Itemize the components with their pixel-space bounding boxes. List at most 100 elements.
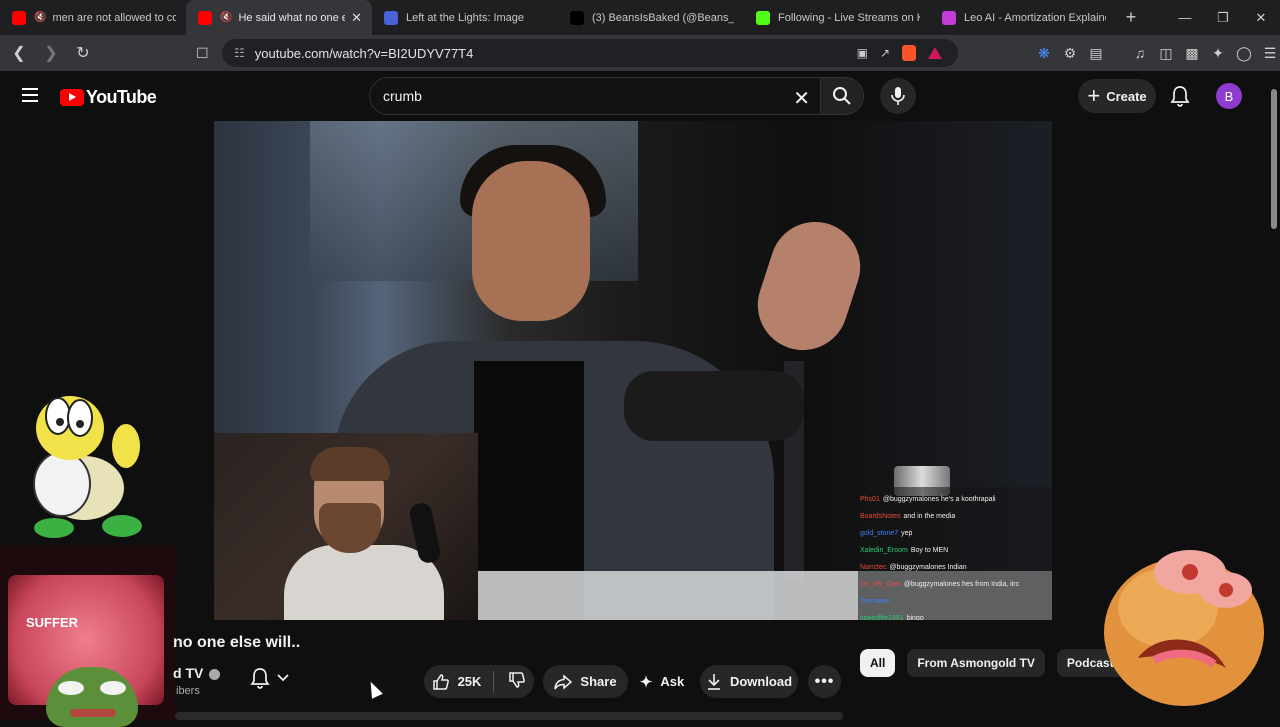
chat-message: gold_stone7 yep xyxy=(860,525,1050,542)
back-icon[interactable]: ❮ xyxy=(6,43,32,63)
mouse-cursor xyxy=(365,679,383,699)
cast-icon[interactable]: ▣ xyxy=(857,46,868,60)
create-button[interactable]: + Create xyxy=(1078,79,1156,113)
brave-rewards-icon[interactable] xyxy=(928,47,942,59)
url-text: youtube.com/watch?v=BI2UDYV77T4 xyxy=(254,45,474,61)
wallet-icon[interactable]: ▩ xyxy=(1184,45,1200,62)
koopa-sticker xyxy=(33,396,142,538)
avatar[interactable]: B xyxy=(1216,83,1242,109)
sidebar-icon[interactable]: ◫ xyxy=(1158,45,1174,62)
browser-toolbar: ❮ ❯ ↻ ☐ ☷ youtube.com/watch?v=BI2UDYV77T… xyxy=(0,35,1280,71)
more-actions-button[interactable]: ••• xyxy=(808,665,841,698)
tab-title: (3) BeansIsBaked (@Beans_Is_Ba xyxy=(592,11,734,24)
share-page-icon[interactable]: ↗ xyxy=(880,46,890,60)
browser-tab[interactable]: 🔇 He said what no one else ✕ xyxy=(186,0,372,35)
verified-icon xyxy=(209,668,221,680)
page-scrollbar[interactable] xyxy=(1268,71,1280,720)
chat-text: yep xyxy=(901,530,913,537)
mute-icon[interactable]: 🔇 xyxy=(34,12,46,23)
tab-favicon-icon xyxy=(198,10,212,25)
youtube-logo[interactable]: YouTube xyxy=(60,87,157,108)
guide-menu-icon[interactable] xyxy=(22,88,38,106)
share-button[interactable]: Share xyxy=(543,665,628,698)
chat-username: Xaledin_Eroom xyxy=(860,547,908,554)
description-area xyxy=(175,712,843,720)
chat-username: gold_stone7 xyxy=(860,530,899,537)
menu-icon[interactable]: ☰ xyxy=(1262,45,1278,62)
chat-text: @buggzymalones hes from India, iirc xyxy=(903,581,1020,588)
chat-message: Tromaxer xyxy=(860,593,1050,610)
tab-title: Leo AI - Amortization Explained xyxy=(964,11,1106,24)
angry-potato-emote xyxy=(1104,550,1264,706)
video-player[interactable]: Phs01 @buggzymalones he's a koothrapali Bo… xyxy=(214,121,1052,620)
chat-message: On_My_Own @buggzymalones hes from India, … xyxy=(860,576,1050,593)
address-bar[interactable]: ☷ youtube.com/watch?v=BI2UDYV77T4 ▣ ↗ xyxy=(222,39,958,67)
close-window-icon[interactable]: ✕ xyxy=(1242,10,1280,26)
subscription-bell-button[interactable] xyxy=(250,667,290,689)
voice-search-button[interactable] xyxy=(880,78,916,114)
tab-title: He said what no one else xyxy=(238,11,346,24)
clear-search-icon[interactable]: ✕ xyxy=(793,86,810,111)
download-button[interactable]: Download xyxy=(700,665,798,698)
leo-ai-icon[interactable]: ✦ xyxy=(1210,45,1226,62)
tab-favicon-icon xyxy=(12,10,26,25)
streamer-webcam xyxy=(214,433,478,620)
chat-username: Narrctec xyxy=(860,564,887,571)
thumbs-up-icon xyxy=(432,673,449,690)
like-dislike-group: 25K xyxy=(424,665,534,698)
like-button[interactable]: 25K xyxy=(432,673,481,691)
suffer-overlay: SUFFER xyxy=(0,545,175,727)
mute-icon[interactable]: 🔇 xyxy=(220,12,232,23)
vpn-icon[interactable]: ◯ xyxy=(1236,45,1252,62)
youtube-header: YouTube crumb ✕ + Create B xyxy=(0,71,1268,121)
download-icon xyxy=(707,673,720,690)
puzzle-icon[interactable]: ⚙ xyxy=(1062,45,1078,62)
chat-username: speedlife1991 xyxy=(860,615,904,620)
share-icon xyxy=(554,673,573,690)
bell-icon xyxy=(250,668,270,689)
browser-tab[interactable]: (3) BeansIsBaked (@Beans_Is_Ba xyxy=(558,0,744,35)
filter-chip[interactable]: From Asmongold TV xyxy=(907,649,1045,677)
reload-icon[interactable]: ↻ xyxy=(70,43,96,63)
dislike-button[interactable] xyxy=(508,671,526,692)
more-icon: ••• xyxy=(814,672,835,690)
browser-tab[interactable]: Left at the Lights: Image xyxy=(372,0,558,35)
notifications-button[interactable] xyxy=(1170,85,1190,112)
channel-name[interactable]: d TV xyxy=(173,665,221,681)
close-tab-icon[interactable]: ✕ xyxy=(351,10,362,26)
browser-tab[interactable]: 🔇 men are not allowed to com xyxy=(0,0,186,35)
filter-chip[interactable]: All xyxy=(860,649,896,677)
new-tab-button[interactable]: + xyxy=(1116,7,1146,28)
chat-message: Xaledin_Eroom Boy to MEN xyxy=(860,542,1050,559)
search-query: crumb xyxy=(383,88,422,104)
chat-message: speedlife1991 bingo xyxy=(860,610,1050,620)
browser-tab[interactable]: Leo AI - Amortization Explained xyxy=(930,0,1116,35)
search-button[interactable] xyxy=(820,77,864,115)
site-info-icon[interactable]: ☷ xyxy=(234,46,245,60)
youtube-play-icon xyxy=(60,89,84,106)
subscriber-count: ibers xyxy=(176,685,200,697)
chevron-down-icon xyxy=(277,674,289,682)
minimize-icon[interactable]: — xyxy=(1166,10,1204,25)
bell-icon xyxy=(1170,86,1190,107)
related-filter-chips: All From Asmongold TV Podcasts xyxy=(860,649,1131,677)
extension-icon[interactable]: ❋ xyxy=(1036,45,1052,62)
browser-tab[interactable]: Following - Live Streams on Kick xyxy=(744,0,930,35)
microphone-icon xyxy=(891,87,905,105)
stream-chat-overlay: Phs01 @buggzymalones he's a koothrapali Bo… xyxy=(858,487,1052,620)
bookmark-icon[interactable]: ☐ xyxy=(196,45,209,62)
tab-list: 🔇 men are not allowed to com 🔇 He said what… xyxy=(0,0,1116,35)
pepe-emote xyxy=(46,667,138,727)
tab-favicon-icon xyxy=(570,10,584,25)
brave-shields-icon[interactable] xyxy=(902,45,916,61)
scrollbar-thumb[interactable] xyxy=(1271,89,1277,229)
ask-button[interactable]: ✦ Ask xyxy=(628,665,696,698)
extension-icons: ❋ ⚙ ▤ ♫ ◫ ▩ ✦ ◯ ☰ xyxy=(1036,35,1278,71)
forward-icon[interactable]: ❯ xyxy=(38,43,64,63)
search-input[interactable]: crumb ✕ xyxy=(369,77,821,115)
tab-title: Left at the Lights: Image xyxy=(406,11,525,24)
restore-icon[interactable]: ❐ xyxy=(1204,10,1242,26)
screenshot-icon[interactable]: ▤ xyxy=(1088,45,1104,62)
chat-username: On_My_Own xyxy=(860,581,901,588)
media-icon[interactable]: ♫ xyxy=(1132,45,1148,61)
